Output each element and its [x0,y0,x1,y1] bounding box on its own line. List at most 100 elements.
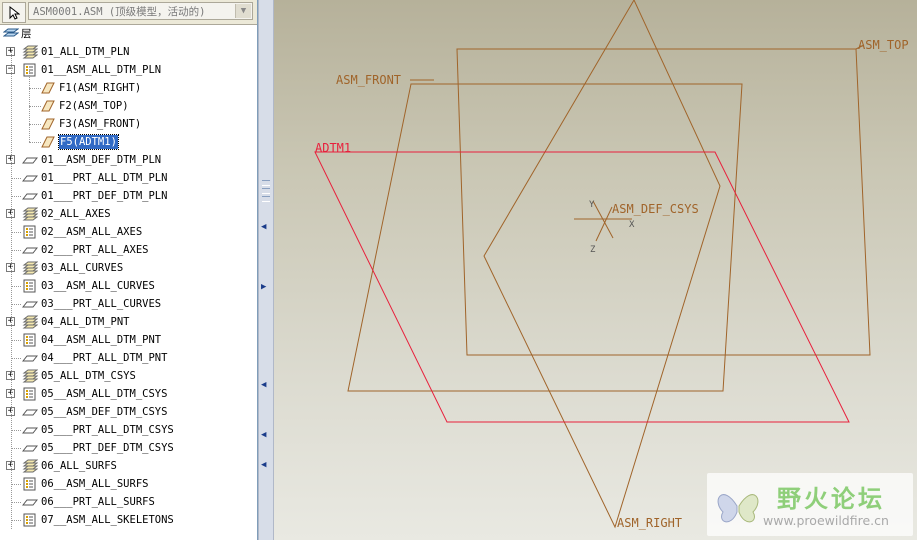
asm-top-label: ASM_TOP [858,38,909,52]
datum-scene[interactable]: ASM_TOP ASM_FRONT ADTM1 ASM_DEF_CSYS ASM… [274,0,917,540]
layer-item-label: 03___PRT_ALL_CURVES [41,298,162,310]
layer-tree-item[interactable]: 05___PRT_ALL_DTM_CSYS [0,421,257,439]
plane-layer-icon [22,427,38,434]
panel-splitter[interactable]: ◀ ▶ ◀ ◀ ◀ [258,0,274,540]
layer-root-icon [3,28,19,37]
tree-guide [29,71,30,142]
layer-item-label: 04___PRT_ALL_DTM_PNT [41,352,168,364]
graphics-viewport[interactable]: ASM_TOP ASM_FRONT ADTM1 ASM_DEF_CSYS ASM… [274,0,917,540]
csys-axis-z [595,206,613,242]
layer-tree-item[interactable]: +05__ASM_ALL_DTM_CSYS [0,385,257,403]
layer-item-label: 07__ASM_ALL_SKELETONS [41,514,174,526]
plane-layer-icon [22,193,38,200]
layer-tree-item[interactable]: 02___PRT_ALL_AXES [0,241,257,259]
collapse-left-icon[interactable]: ◀ [261,380,266,390]
tree-connector [11,304,21,305]
layer-tree-item[interactable]: +01_ALL_DTM_PLN [0,43,257,61]
layer-stack-icon [22,207,38,221]
layer-stack-icon [22,369,38,383]
layer-tree-panel: ASM0001.ASM (顶级模型，活动的) ▼ 层 +01_ALL_DTM_P… [0,0,258,540]
layer-tree-item[interactable]: +02_ALL_AXES [0,205,257,223]
collapse-left-icon[interactable]: ◀ [261,222,266,232]
layer-tree-item[interactable]: 06___PRT_ALL_SURFS [0,493,257,511]
layer-tree-item[interactable]: 07__ASM_ALL_SKELETONS [0,511,257,529]
watermark-url: www.proewildfire.cn [763,513,889,528]
layer-item-label: 03_ALL_CURVES [41,262,124,274]
plane-layer-icon [22,355,38,362]
layer-item-label: F2(ASM_TOP) [59,100,129,112]
layer-tree-item[interactable]: 06__ASM_ALL_SURFS [0,475,257,493]
layer-item-label: 04__ASM_ALL_DTM_PNT [41,334,162,346]
plane-layer-icon [22,301,38,308]
layer-item-label: 05__ASM_ALL_DTM_CSYS [41,388,168,400]
layer-item-label: 01__ASM_ALL_DTM_PLN [41,64,162,76]
active-model-dropdown[interactable]: ASM0001.ASM (顶级模型，活动的) ▼ [28,2,253,20]
layer-item-label: 01_ALL_DTM_PLN [41,46,130,58]
layer-item-feature[interactable]: F1(ASM_RIGHT) [0,79,257,97]
collapse-left-icon[interactable]: ◀ [261,460,266,470]
select-pointer-button[interactable] [2,2,26,23]
rule-layer-icon [23,477,36,491]
layer-tree-item[interactable]: 05___PRT_DEF_DTM_CSYS [0,439,257,457]
tree-connector [11,178,21,179]
asm-front-label: ASM_FRONT [336,73,401,87]
layer-item-label: 06__ASM_ALL_SURFS [41,478,149,490]
datum-plane-icon [41,118,55,130]
plane-layer-icon [22,157,38,164]
adtm1-plane[interactable] [314,151,850,423]
layer-tree-item[interactable]: +06_ALL_SURFS [0,457,257,475]
layer-tree-item[interactable]: +04_ALL_DTM_PNT [0,313,257,331]
butterfly-logo-icon [717,494,759,523]
plane-layer-icon [22,247,38,254]
layer-tree-item[interactable]: +05_ALL_DTM_CSYS [0,367,257,385]
chevron-down-icon[interactable]: ▼ [235,4,251,18]
adtm1-label: ADTM1 [315,141,351,155]
splitter-grip[interactable] [262,180,270,186]
pointer-icon [9,5,20,20]
splitter-grip[interactable] [262,196,270,202]
datum-plane-icon [41,82,55,94]
layer-tree-item[interactable]: 04__ASM_ALL_DTM_PNT [0,331,257,349]
layer-item-label: 02_ALL_AXES [41,208,111,220]
layer-item-feature[interactable]: F3(ASM_FRONT) [0,115,257,133]
expand-right-icon[interactable]: ▶ [261,282,266,292]
watermark-title: 野火论坛 [777,485,885,513]
forum-watermark: 野火论坛 www.proewildfire.cn [707,473,913,536]
collapse-left-icon[interactable]: ◀ [261,430,266,440]
layer-item-feature[interactable]: F5(ADTM1) [0,133,257,151]
layer-tree-item[interactable]: 03__ASM_ALL_CURVES [0,277,257,295]
asm-right-label: ASM_RIGHT [617,516,682,530]
layer-item-label: 06___PRT_ALL_SURFS [41,496,155,508]
rule-layer-icon [23,279,36,293]
layer-tree-item[interactable]: 01___PRT_ALL_DTM_PLN [0,169,257,187]
layer-toolbar: ASM0001.ASM (顶级模型，活动的) ▼ [0,0,257,25]
layer-item-label: 01___PRT_ALL_DTM_PLN [41,172,168,184]
layer-tree-item[interactable]: 02__ASM_ALL_AXES [0,223,257,241]
layer-tree-item[interactable]: 01___PRT_DEF_DTM_PLN [0,187,257,205]
layer-tree-item[interactable]: 04___PRT_ALL_DTM_PNT [0,349,257,367]
csys-x-label: X [629,220,635,230]
rule-layer-icon [23,513,36,527]
tree-guide [11,51,12,529]
layer-tree-item[interactable]: −01__ASM_ALL_DTM_PLN [0,61,257,79]
layer-item-label: 01___PRT_DEF_DTM_PLN [41,190,168,202]
layer-tree-item[interactable]: +01__ASM_DEF_DTM_PLN [0,151,257,169]
asm-right-plane[interactable] [483,0,721,529]
rule-layer-icon [23,63,36,77]
layer-item-feature[interactable]: F2(ASM_TOP) [0,97,257,115]
layer-tree-item[interactable]: +03_ALL_CURVES [0,259,257,277]
rule-layer-icon [23,333,36,347]
rule-layer-icon [23,225,36,239]
tree-connector [11,448,21,449]
tree-connector [11,484,21,485]
layer-tree-item[interactable]: +05__ASM_DEF_DTM_CSYS [0,403,257,421]
tree-connector [11,340,21,341]
layer-tree-item[interactable]: 03___PRT_ALL_CURVES [0,295,257,313]
layer-stack-icon [22,315,38,329]
splitter-grip[interactable] [262,188,270,194]
tree-connector [11,430,21,431]
rule-layer-icon [23,387,36,401]
layer-item-label: 02___PRT_ALL_AXES [41,244,149,256]
asm-front-plane[interactable] [347,83,743,392]
layer-tree-root[interactable]: 层 [0,25,257,43]
